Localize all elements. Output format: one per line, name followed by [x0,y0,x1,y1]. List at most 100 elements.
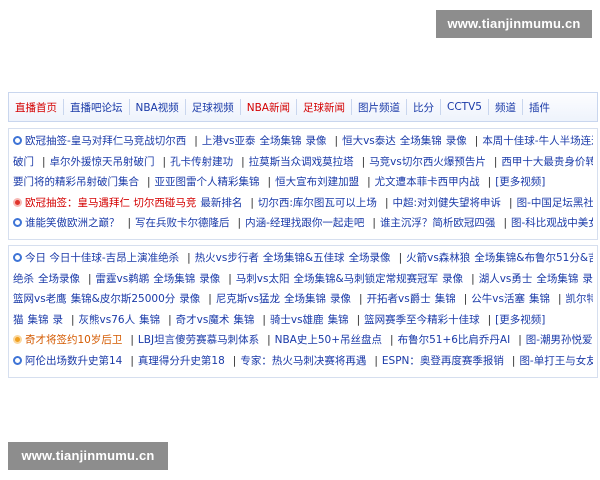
news-link[interactable]: 篮网vs老鹰 [13,293,67,305]
news-link[interactable]: 湖人vs勇士 [479,273,533,285]
news-link[interactable]: 今日 今日十佳球-吉昂上演准绝杀 [25,252,179,264]
nav-item[interactable]: NBA新闻 [247,100,290,115]
news-link[interactable]: 上港vs亚泰 [202,135,256,147]
news-link[interactable]: 尤文遭本菲卡西甲内战 [375,176,480,188]
news-link[interactable]: 孔卡传射建功 [170,156,233,168]
news-link[interactable]: [更多视频] [495,176,545,188]
link-separator: | [194,135,198,147]
news-link[interactable]: 切尔西:库尔图瓦可以上场 [258,197,377,209]
nav-item[interactable]: CCTV5 [447,101,482,113]
news-link[interactable]: 录像 [306,135,327,147]
news-link[interactable]: 最新排名 [200,197,242,209]
news-link[interactable]: 全场录像 [349,252,391,264]
news-link[interactable]: 猫 [13,314,24,326]
news-link[interactable]: LBJ坦言傻劳赛慕马刺体系 [138,334,259,346]
nav-item[interactable]: 足球新闻 [303,100,345,115]
news-link[interactable]: 录像 [199,273,220,285]
link-separator: | [130,334,134,346]
news-link[interactable]: 录像 [442,273,463,285]
news-link[interactable]: 内涵-经理找跟你一起走吧 [245,217,364,229]
news-link[interactable]: 公牛vs活塞 [471,293,525,305]
news-link[interactable]: ESPN：奥登再度赛季报销 [382,355,504,367]
news-link[interactable]: 绝杀 [13,273,34,285]
news-line: 绝杀 全场录像 | 雷霆vs鹈鹕 全场集锦 录像 | 马刺vs太阳 全场集锦&马刺锁定常规赛冠军… [13,269,593,290]
nav-item[interactable]: NBA视频 [136,100,179,115]
link-separator: | [390,334,394,346]
news-link[interactable]: 本周十佳球-牛人半场连过4人 [482,135,593,147]
news-link[interactable]: 录像 [582,273,593,285]
news-link[interactable]: 奇才将签约10岁后卫 [25,334,122,346]
news-link[interactable]: 雷霆vs鹈鹕 [96,273,150,285]
news-link[interactable]: 图-潮男孙悦爱名包 [526,334,593,346]
news-link[interactable]: 恒大vs泰达 [342,135,396,147]
news-link[interactable]: 谁能笑傲欧洲之巅？ [25,217,120,229]
nav-item[interactable]: 比分 [413,100,434,115]
news-link[interactable]: NBA史上50+吊丝盘点 [275,334,382,346]
news-link[interactable]: 全场集锦 [400,135,442,147]
news-link[interactable]: 欧冠抽签：皇马遇拜仁 切尔西碰马竞 [25,197,196,209]
news-link[interactable]: 奇才vs魔术 [176,314,230,326]
news-link[interactable]: 集锦 [529,293,550,305]
news-link[interactable]: 布鲁尔51+6比肩乔丹AI [398,334,511,346]
news-link[interactable]: 真理得分升史第18 [138,355,225,367]
news-link[interactable]: 篮网赛季至今精彩十佳球 [364,314,480,326]
news-link[interactable]: 图-科比观战中美女星 [511,217,593,229]
news-link[interactable]: 热火vs步行者 [195,252,259,264]
nav-item[interactable]: 插件 [529,100,550,115]
news-link[interactable]: 尼克斯vs猛龙 [216,293,280,305]
news-link[interactable]: 阿伦出场数升史第14 [25,355,122,367]
link-separator: | [187,252,191,264]
nav-item[interactable]: 足球视频 [192,100,234,115]
news-link[interactable]: 拉莫斯当众调戏莫拉塔 [249,156,354,168]
nav-divider [406,99,407,115]
news-link[interactable]: 专家：热火马刺决赛将再遇 [240,355,366,367]
news-link[interactable]: 马竞vs切尔西火爆预告片 [369,156,486,168]
nav-item[interactable]: 直播首页 [15,100,57,115]
link-separator: | [398,252,403,264]
news-link[interactable]: 图-单打王与女友拍照 [519,355,593,367]
news-link[interactable]: 录像 [179,293,200,305]
news-link[interactable]: 集锦 [328,314,349,326]
news-link[interactable]: 写在兵败卡尔德隆后 [135,217,230,229]
nav-item[interactable]: 直播吧论坛 [70,100,123,115]
news-link[interactable]: 西甲十大最贵身价转会 [501,156,593,168]
news-link[interactable]: 录 [53,314,64,326]
news-link[interactable]: 卓尔外援惊天吊射破门 [50,156,155,168]
nav-item[interactable]: 图片频道 [358,100,400,115]
news-link[interactable]: 亚亚图雷个人精彩集锦 [155,176,260,188]
nav-divider [128,99,130,115]
news-link[interactable]: 灰熊vs76人 [79,314,136,326]
news-link[interactable]: 火箭vs森林狼 [406,252,470,264]
news-link[interactable]: 集锦 [28,314,49,326]
news-link[interactable]: 欧冠抽签-皇马对拜仁马竞战切尔西 [25,135,186,147]
news-link[interactable]: 录像 [446,135,467,147]
news-link[interactable]: 集锦 [435,293,456,305]
news-link[interactable]: 马刺vs太阳 [236,273,290,285]
news-link[interactable]: 录像 [330,293,351,305]
news-link[interactable]: 要门将的精彩吊射破门集合 [13,176,139,188]
news-link[interactable]: 全场集锦 [536,273,578,285]
link-separator: | [487,313,492,326]
news-link[interactable]: 全场集锦&马刺锁定常规赛冠军 [293,273,438,285]
news-link[interactable]: 骑士vs雄鹿 [270,314,324,326]
news-link[interactable]: 全场集锦&五佳球 [263,252,345,264]
news-line: 阿伦出场数升史第14 | 真理得分升史第18 | 专家：热火马刺决赛将再遇 | ESPN：奥… [13,351,593,372]
news-link[interactable]: 开拓者vs爵士 [367,293,431,305]
news-link[interactable]: 凯尔特人vs山 [566,293,593,305]
nav-divider [296,99,297,115]
news-link[interactable]: 全场集锦&布鲁尔51分&吉昂准 [474,252,593,264]
news-link[interactable]: 图-中国足坛黑社会 [517,197,593,209]
news-link[interactable]: 集锦&皮尔斯25000分 [71,293,176,305]
news-link[interactable]: 恒大宣布刘建加盟 [275,176,359,188]
news-link[interactable]: 集锦 [139,314,160,326]
news-link[interactable]: 全场集锦 [284,293,326,305]
news-link[interactable]: 谁主沉浮？简析欧冠四强 [380,217,496,229]
news-link[interactable]: 全场集锦 [153,273,195,285]
news-link[interactable]: 全场录像 [38,273,80,285]
news-link[interactable]: 集锦 [233,314,254,326]
news-link[interactable]: 中超:对刘健失望将申诉 [392,197,501,209]
news-link[interactable]: 破门 [13,156,34,168]
news-link[interactable]: [更多视频] [495,314,545,326]
nav-item[interactable]: 频道 [495,100,516,115]
news-link[interactable]: 全场集锦 [260,135,302,147]
